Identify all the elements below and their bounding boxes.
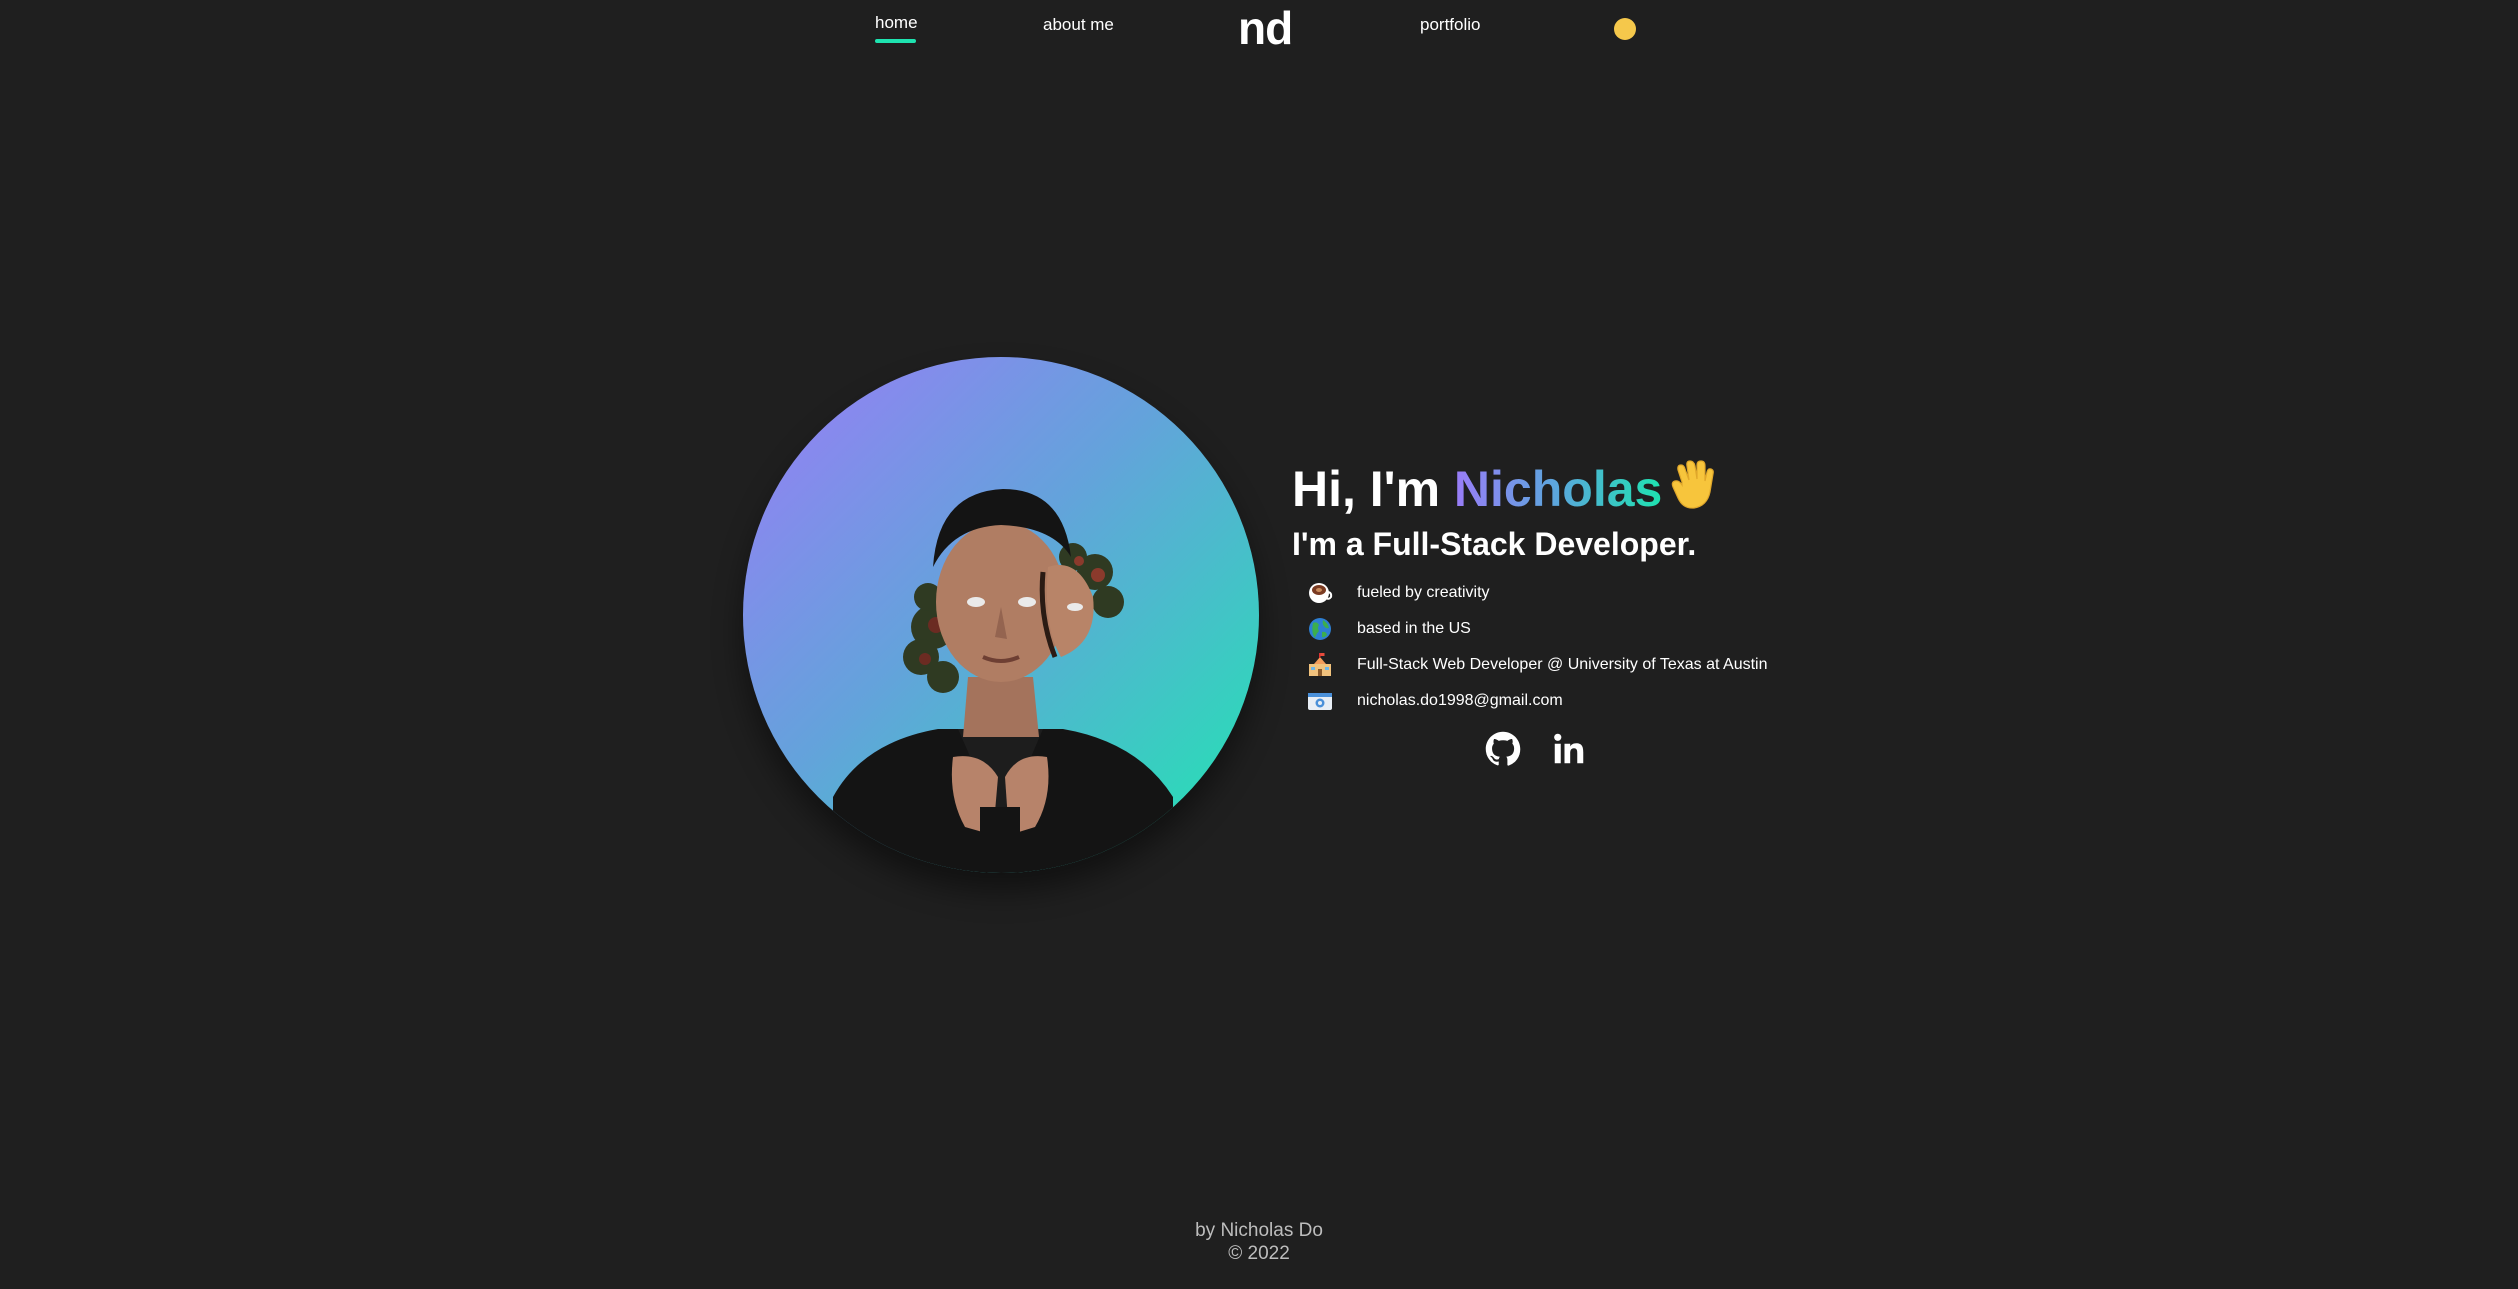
footer: by Nicholas Do © 2022 <box>0 1219 2518 1265</box>
page: home about me nd portfolio Hi, I'm Nicho… <box>0 0 2518 1289</box>
theme-toggle-button[interactable] <box>1614 18 1636 40</box>
coffee-icon <box>1307 580 1333 606</box>
school-icon <box>1307 652 1333 678</box>
info-item: nicholas.do1998@gmail.com <box>1307 683 1563 719</box>
social-links <box>1484 730 1588 768</box>
info-text-creativity: fueled by creativity <box>1357 584 1490 601</box>
top-nav: home about me nd portfolio <box>0 0 2518 60</box>
active-nav-indicator <box>875 39 916 43</box>
greeting-heading: Hi, I'm Nicholas <box>1292 458 1716 524</box>
linkedin-icon[interactable] <box>1550 730 1588 768</box>
greeting-name: Nicholas <box>1453 461 1663 517</box>
waving-hand-icon <box>1670 460 1716 524</box>
info-list: fueled by creativity based in the US Ful… <box>1307 575 1767 719</box>
info-item: fueled by creativity <box>1307 575 1490 611</box>
profile-photo <box>833 489 1173 873</box>
email-icon <box>1307 688 1333 714</box>
info-text-email[interactable]: nicholas.do1998@gmail.com <box>1357 692 1563 710</box>
nav-link-home[interactable]: home <box>875 13 918 33</box>
nav-link-about[interactable]: about me <box>1043 15 1114 35</box>
info-text-location: based in the US <box>1357 620 1471 637</box>
profile-avatar <box>743 357 1259 873</box>
github-icon[interactable] <box>1484 730 1522 768</box>
footer-author: by Nicholas Do <box>1195 1220 1323 1241</box>
site-logo[interactable]: nd <box>1238 0 1293 56</box>
greeting-prefix: Hi, I'm <box>1292 461 1454 517</box>
info-item: based in the US <box>1307 611 1471 647</box>
globe-icon <box>1307 616 1333 642</box>
info-item: Full-Stack Web Developer @ University of… <box>1307 647 1767 683</box>
footer-copyright: © 2022 <box>1228 1243 1290 1264</box>
info-text-job: Full-Stack Web Developer @ University of… <box>1357 656 1768 673</box>
hero-text: Hi, I'm Nicholas I'm a Full-Stack Develo… <box>1292 458 1716 564</box>
nav-link-portfolio[interactable]: portfolio <box>1420 15 1480 35</box>
role-heading: I'm a Full-Stack Developer. <box>1292 526 1697 562</box>
